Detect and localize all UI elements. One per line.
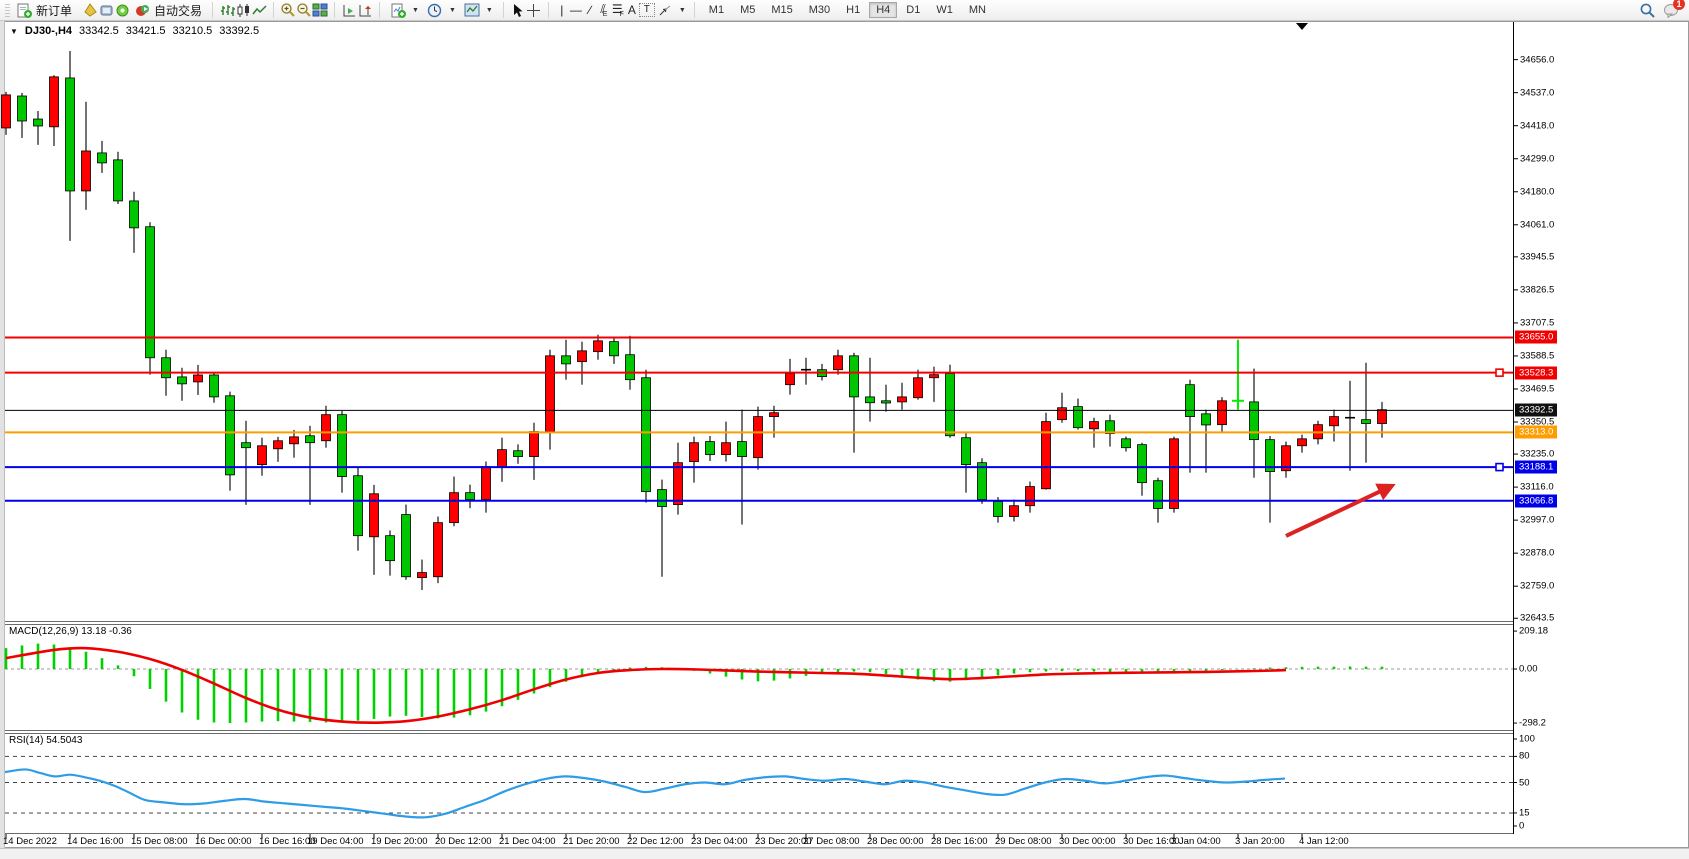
candlestick-chart-type-icon[interactable] — [235, 2, 251, 18]
vertical-line-tool-icon[interactable]: | — [555, 3, 569, 17]
collapse-icon[interactable]: ▼ — [10, 27, 18, 36]
rsi-pane[interactable] — [5, 733, 1513, 834]
ohlc-close: 33392.5 — [219, 25, 259, 37]
depth-of-market-icon[interactable] — [98, 2, 114, 18]
auto-trading-button[interactable]: 自动交易 — [130, 1, 206, 20]
highlighter-icon[interactable] — [82, 2, 98, 18]
new-chart-dropdown[interactable]: ▼ — [386, 1, 423, 19]
timeframe-button-m15[interactable]: M15 — [764, 2, 799, 18]
auto-trading-label: 自动交易 — [154, 2, 202, 19]
auto-trading-icon — [134, 2, 150, 18]
new-order-label: 新订单 — [36, 2, 72, 19]
main-toolbar: 新订单 自动交易 — [0, 0, 1689, 21]
price-chart-pane[interactable] — [5, 22, 1513, 622]
new-order-button[interactable]: 新订单 — [12, 1, 76, 20]
new-chart-icon — [390, 2, 406, 18]
ohlc-open: 33342.5 — [79, 25, 119, 37]
crosshair-icon[interactable] — [526, 2, 542, 18]
ohlc-high: 33421.5 — [126, 25, 166, 37]
timeframe-button-d1[interactable]: D1 — [899, 2, 927, 18]
chevron-down-icon: ▼ — [449, 7, 456, 14]
timeframe-group: M1M5M15M30H1H4D1W1MN — [698, 0, 997, 20]
chevron-down-icon: ▼ — [486, 7, 493, 14]
zoom-out-icon[interactable] — [296, 2, 312, 18]
template-icon — [464, 2, 480, 18]
notifications-icon[interactable]: 1 — [1663, 2, 1679, 18]
horizontal-line-tool-icon[interactable]: — — [569, 3, 583, 17]
text-tool-icon[interactable]: A — [625, 3, 639, 17]
shapes-icon — [657, 2, 673, 18]
fibonacci-tool-letter: F — [620, 11, 624, 18]
notification-badge: 1 — [1673, 0, 1685, 10]
zoom-in-icon[interactable] — [280, 2, 296, 18]
timeframe-button-m30[interactable]: M30 — [802, 2, 837, 18]
label-tool-icon[interactable]: T — [639, 3, 655, 17]
search-icon[interactable] — [1639, 2, 1655, 18]
new-order-icon — [16, 2, 32, 18]
chart-title: ▼ DJ30-,H4 33342.5 33421.5 33210.5 33392… — [10, 25, 259, 37]
bar-chart-type-icon[interactable] — [219, 2, 235, 18]
shapes-dropdown[interactable]: ▼ — [655, 1, 688, 19]
clock-icon — [427, 2, 443, 18]
channel-tool-icon[interactable]: ⫽E — [597, 2, 611, 18]
timeframe-button-m5[interactable]: M5 — [733, 2, 762, 18]
auto-scroll-icon[interactable] — [341, 2, 357, 18]
price-axis-line — [1513, 22, 1514, 834]
tile-windows-icon[interactable] — [312, 2, 328, 18]
macd-pane[interactable] — [5, 624, 1513, 731]
channel-tool-letter: E — [603, 11, 608, 18]
timeframe-button-w1[interactable]: W1 — [929, 2, 960, 18]
trendline-tool-icon[interactable]: ∕ — [583, 3, 597, 17]
timeframe-button-m1[interactable]: M1 — [702, 2, 731, 18]
line-chart-type-icon[interactable] — [251, 2, 267, 18]
cursor-icon[interactable] — [510, 2, 526, 18]
timeframe-button-h1[interactable]: H1 — [839, 2, 867, 18]
toolbar-grip[interactable] — [5, 4, 10, 17]
period-dropdown[interactable]: ▼ — [423, 1, 460, 19]
timeframe-button-h4[interactable]: H4 — [869, 2, 897, 18]
rsi-label: RSI(14) 54.5043 — [9, 735, 82, 746]
window-left-strip — [0, 21, 5, 848]
fibonacci-tool-icon[interactable]: ☰F — [611, 2, 625, 18]
status-strip — [0, 848, 1689, 859]
timeframe-button-mn[interactable]: MN — [962, 2, 993, 18]
ohlc-low: 33210.5 — [173, 25, 213, 37]
template-dropdown[interactable]: ▼ — [460, 1, 497, 19]
chevron-down-icon: ▼ — [679, 7, 686, 14]
chart-shift-icon[interactable] — [357, 2, 373, 18]
macd-label: MACD(12,26,9) 13.18 -0.36 — [9, 626, 132, 637]
chevron-down-icon: ▼ — [412, 7, 419, 14]
symbol-period: DJ30-,H4 — [25, 25, 72, 37]
label-tool-letter: T — [644, 4, 650, 15]
signal-icon[interactable] — [114, 2, 130, 18]
